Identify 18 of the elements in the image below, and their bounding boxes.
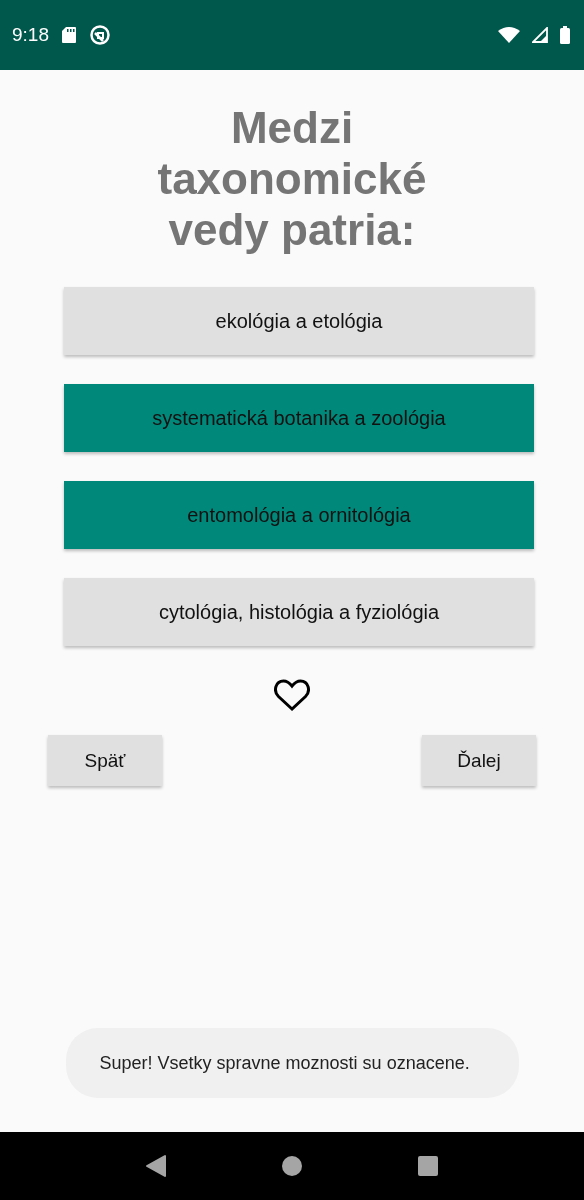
back-icon[interactable] (145, 1154, 167, 1178)
clock: 9:18 (12, 24, 49, 46)
home-icon[interactable] (281, 1155, 303, 1177)
answer-option[interactable]: cytológia, histológia a fyziológia (64, 578, 534, 646)
circle-icon (89, 24, 111, 46)
recents-icon[interactable] (417, 1155, 439, 1177)
toast-message: Super! Vsetky spravne moznosti su oznacene. (65, 1028, 519, 1098)
back-button[interactable]: Späť (48, 735, 162, 786)
answer-option[interactable]: entomológia a ornitológia (64, 481, 534, 549)
sd-card-icon (61, 26, 77, 44)
answer-option[interactable]: systematická botanika a zoológia (64, 384, 534, 452)
next-button[interactable]: Ďalej (422, 735, 536, 786)
battery-icon (560, 26, 570, 44)
wifi-icon (498, 27, 520, 43)
signal-icon (532, 27, 548, 43)
question-title: Medzi taxonomické vedy patria: (156, 102, 428, 255)
heart-icon[interactable] (274, 679, 310, 711)
answer-option[interactable]: ekológia a etológia (64, 287, 534, 355)
